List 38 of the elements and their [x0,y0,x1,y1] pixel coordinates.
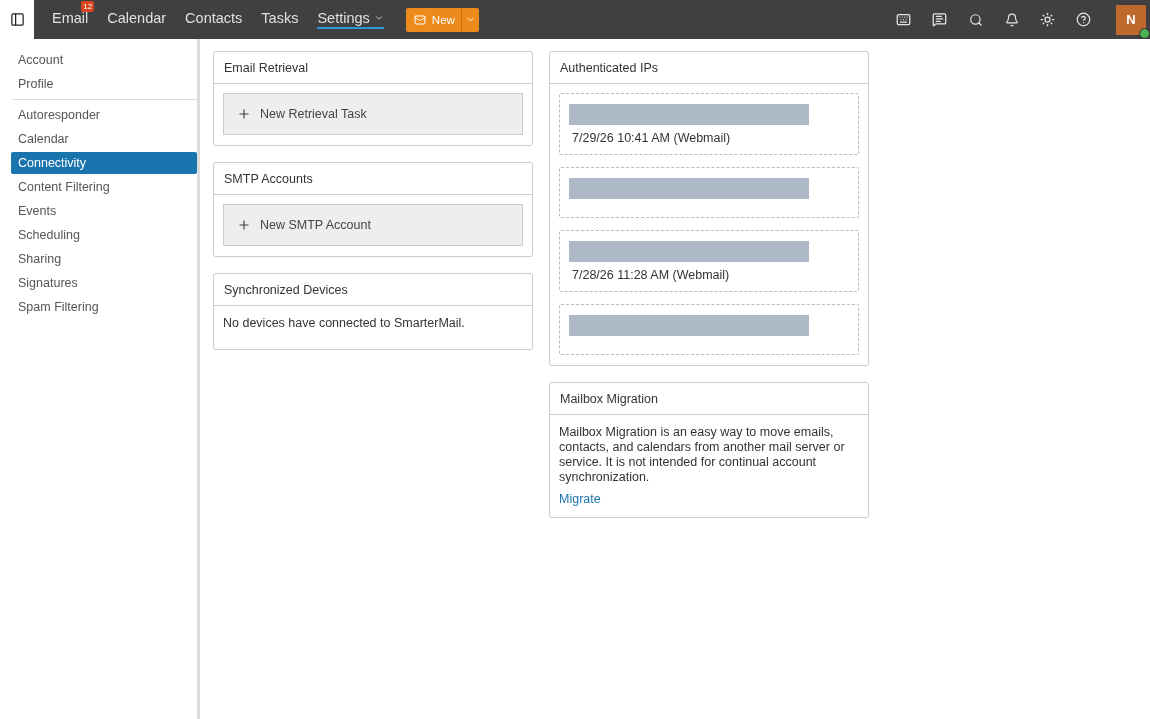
sidebar-item[interactable]: Events [11,200,197,222]
nav-tab[interactable]: Email [52,10,89,29]
plus-icon [237,218,251,232]
add-button[interactable]: New Retrieval Task [223,93,523,135]
card-title: Authenticated IPs [560,60,658,75]
sidebar-toggle-icon[interactable] [0,0,34,39]
card-title: Email Retrieval [224,60,309,75]
sidebar-item[interactable]: Scheduling [11,224,197,246]
sidebar-item[interactable]: Profile [11,73,197,95]
sidebar-item[interactable]: Sharing [11,248,197,270]
card-title: Synchronized Devices [224,282,348,297]
envelope-icon [413,13,426,26]
login-time: 7/29/26 10:41 AM (Webmail) [571,131,732,145]
card-message: No devices have connected to SmarterMail. [223,315,466,332]
chat-icon[interactable] [930,12,949,27]
sidebar-item[interactable]: Autoresponder [11,104,197,126]
keyboard-icon[interactable] [894,12,913,27]
nav-tab[interactable]: Contacts [185,10,243,29]
sidebar-item[interactable]: Spam Filtering [11,296,197,318]
sidebar-item[interactable]: Account [11,49,197,71]
migrate-link[interactable]: Migrate [559,492,601,506]
help-icon[interactable] [1074,12,1093,27]
sidebar-item[interactable]: Signatures [11,272,197,294]
new-dropdown-button[interactable] [460,7,479,32]
card-title: Mailbox Migration [560,391,658,406]
sun-icon[interactable] [1038,12,1057,27]
card-title: SMTP Accounts [224,171,313,186]
login-time: 7/28/26 11:28 AM (Webmail) [571,268,731,282]
sidebar-item[interactable]: Connectivity [11,152,197,174]
nav-tab[interactable]: Settings [317,10,384,29]
nav-tab[interactable]: Tasks [261,10,299,29]
add-button[interactable]: New SMTP Account [223,204,523,246]
nav-tab[interactable]: Calendar [107,10,167,29]
sidebar-item[interactable]: Calendar [11,128,197,150]
migration-description: Mailbox Migration is an easy way to move emails, contacts, and calendars from another mail server or service. It is not intended for continual account synchronization. [559,424,846,485]
unread-count-badge: 12 [81,1,95,12]
plus-icon [237,107,251,121]
sidebar-item[interactable]: Content Filtering [11,176,197,198]
